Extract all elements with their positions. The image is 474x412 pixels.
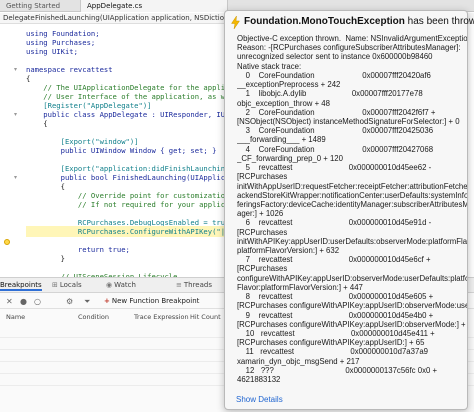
exception-message-line: unrecognized selector sent to instance 0… bbox=[237, 52, 433, 62]
exception-message-line: Reason: -[RCPurchases configureSubscribe… bbox=[237, 43, 461, 53]
new-function-breakpoint-button[interactable]: + New Function Breakpoint bbox=[104, 297, 199, 305]
exception-message-line: 11 revcattest 0x000000010d7a37a9 bbox=[237, 347, 428, 357]
exception-title: Foundation.MonoTouchException has been t… bbox=[244, 16, 474, 27]
disable-icon[interactable]: ○ bbox=[34, 297, 41, 306]
exception-message-line: [RCPurchases configureWithAPIKey:appUser… bbox=[237, 301, 467, 311]
tab-getting-started[interactable]: Getting Started bbox=[0, 0, 80, 12]
exception-message-line: 9 revcattest 0x000000010d45e4b0 + bbox=[237, 310, 434, 320]
exception-header: Foundation.MonoTouchException has been t… bbox=[231, 16, 474, 30]
exception-message-line: 1 libobjc.A.dylib 0x00007fff20177e78 bbox=[237, 89, 423, 99]
code-line: { bbox=[26, 119, 48, 128]
filter-icon[interactable]: ⏷ bbox=[84, 297, 90, 307]
column-header-hit-count[interactable]: Hit Count bbox=[190, 313, 221, 321]
properties-icon[interactable]: ⚙ bbox=[66, 297, 73, 306]
exception-message-line: initWithAPIKey:appUserID:userDefaults:ob… bbox=[237, 236, 467, 246]
exception-message-line: [RCPurchases bbox=[237, 264, 288, 274]
tab-threads[interactable]: ≡ Threads bbox=[176, 280, 212, 291]
add-icon: + bbox=[104, 297, 110, 305]
column-header-condition[interactable]: Condition bbox=[78, 313, 109, 321]
exception-name: Foundation.MonoTouchException bbox=[244, 16, 405, 27]
exception-message-line: 4 CoreFoundation 0x00007fff20427068 bbox=[237, 144, 434, 154]
tab-watch[interactable]: ◉ Watch bbox=[106, 280, 136, 291]
exception-message: Objective-C exception thrown. Name: NSIn… bbox=[237, 34, 467, 384]
exception-message-line: 4621883132 bbox=[237, 375, 281, 385]
exception-message-line: Native stack trace: bbox=[237, 61, 302, 71]
code-line: } bbox=[26, 254, 65, 263]
exception-popup: Foundation.MonoTouchException has been t… bbox=[224, 10, 474, 410]
exception-message-line: 0 CoreFoundation 0x00007fff20420af6 bbox=[237, 70, 431, 80]
exception-message-line: initWithAppUserID:requestFetcher:receipt… bbox=[237, 181, 467, 191]
tab-appdelegate[interactable]: AppDelegate.cs bbox=[80, 0, 228, 12]
chevron-right-icon: › bbox=[26, 14, 29, 22]
exception-message-line: Flavor:platformFlavorVersion:] + 447 bbox=[237, 282, 363, 292]
show-details-link[interactable]: Show Details bbox=[236, 395, 283, 404]
fold-arrow-icon[interactable]: ▾ bbox=[14, 174, 17, 181]
exception-message-line: 8 revcattest 0x000000010d45e605 + bbox=[237, 292, 434, 302]
tab-breakpoints[interactable]: Breakpoints bbox=[0, 280, 42, 291]
exception-message-line: 7 revcattest 0x000000010d45e6cf + bbox=[237, 255, 431, 265]
enable-icon[interactable]: ● bbox=[20, 297, 27, 306]
fold-arrow-icon[interactable]: ▾ bbox=[14, 111, 17, 118]
exception-message-line: xamarin_dyn_objc_msgSend + 217 bbox=[237, 356, 360, 366]
exception-marker-icon[interactable] bbox=[4, 239, 10, 245]
exception-message-line: __exceptionPreprocess + 242 bbox=[237, 80, 341, 90]
exception-message-line: platformFlavorVersion:] + 632 bbox=[237, 246, 340, 256]
watch-icon: ◉ bbox=[106, 281, 113, 289]
exception-message-line: ackendStoreKitWrapper:notificationCenter… bbox=[237, 190, 467, 200]
column-header-name[interactable]: Name bbox=[6, 313, 25, 321]
exception-message-line: 5 revcattest 0x000000010d45ee62 - bbox=[237, 163, 432, 173]
delete-icon[interactable]: ✕ bbox=[6, 297, 13, 306]
code-line: public class AppDelegate : UIResponder, … bbox=[26, 110, 234, 119]
exception-message-line: [RCPurchases bbox=[237, 172, 288, 182]
lightning-bolt-icon bbox=[231, 16, 240, 29]
code-line-current: RCPurchases.ConfigureWithAPIKey("|"); bbox=[26, 226, 239, 237]
exception-message-line: feringsFactory:deviceCache:identityManag… bbox=[237, 199, 467, 209]
exception-message-line: 2 CoreFoundation 0x00007fff2042f6f7 + bbox=[237, 107, 436, 117]
exception-message-line: [RCPurchases configureWithAPIKey:appUser… bbox=[237, 319, 467, 329]
exception-message-line: _CF_forwarding_prep_0 + 120 bbox=[237, 153, 343, 163]
fold-arrow-icon[interactable]: ▾ bbox=[14, 66, 17, 73]
code-line: public UIWindow Window { get; set; } bbox=[26, 146, 217, 155]
exception-message-line: ager:] + 1026 bbox=[237, 209, 284, 219]
column-header-trace-expression[interactable]: Trace Expression bbox=[134, 313, 189, 321]
exception-message-line: [RCPurchases configureWithAPIKey:appUser… bbox=[237, 338, 425, 348]
exception-message-line: 10 revcattest 0x000000010d45e411 + bbox=[237, 329, 435, 338]
exception-message-line: ___forwarding___ + 1489 bbox=[237, 135, 326, 145]
code-line: namespace revcattest bbox=[26, 65, 113, 74]
code-line: // If not required for your applicati bbox=[26, 200, 239, 209]
threads-icon: ≡ bbox=[176, 281, 182, 289]
breadcrumb-class[interactable]: Delegate bbox=[3, 14, 35, 22]
code-line: using UIKit; bbox=[26, 47, 78, 56]
exception-message-line: 12 ??? 0x0000000137c56fc 0x0 + bbox=[237, 365, 438, 375]
exception-title-suffix: has been thrown bbox=[404, 16, 474, 27]
exception-message-line: configureWithAPIKey:appUserID:observerMo… bbox=[237, 273, 467, 283]
exception-message-line: 3 CoreFoundation 0x00007fff20425036 bbox=[237, 126, 434, 136]
exception-message-line: objc_exception_throw + 48 bbox=[237, 98, 330, 108]
locals-icon: ⊞ bbox=[52, 281, 58, 289]
exception-message-line: Objective-C exception thrown. Name: NSIn… bbox=[237, 34, 467, 43]
exception-message-line: [NSObject(NSObject) instanceMethodSignat… bbox=[237, 116, 460, 126]
exception-message-line: [RCPurchases bbox=[237, 227, 288, 237]
exception-message-line: 6 revcattest 0x000000010d45e91d - bbox=[237, 218, 432, 228]
tab-locals[interactable]: ⊞ Locals bbox=[52, 280, 82, 291]
breadcrumb-method[interactable]: FinishedLaunching(UIApplication applicat… bbox=[35, 14, 240, 22]
